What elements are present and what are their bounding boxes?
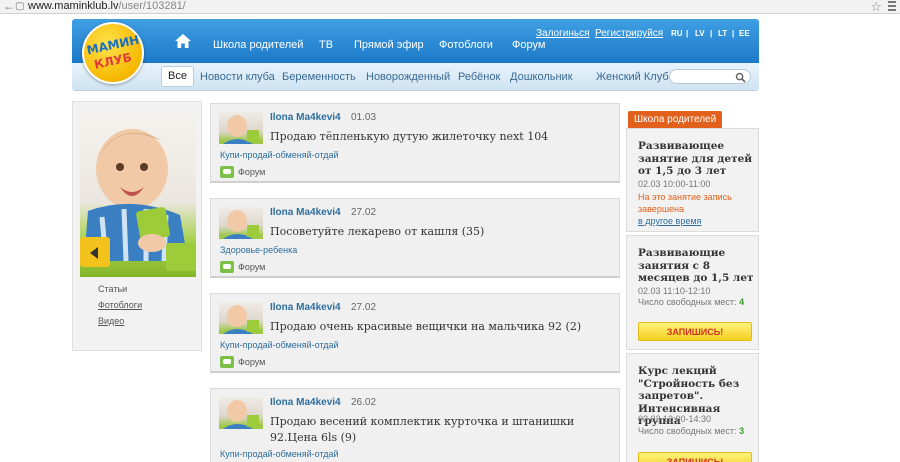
tab-child[interactable]: Ребёнок — [458, 68, 500, 87]
profile-photo — [80, 111, 196, 277]
search-input[interactable] — [676, 71, 734, 82]
post-title[interactable]: Продаю тёпленькую дутую жилеточку next 1… — [270, 129, 610, 145]
forum-chat-icon — [220, 166, 234, 178]
profile-link-photoblogs[interactable]: Фотоблоги — [98, 300, 142, 310]
author-avatar[interactable] — [219, 302, 263, 334]
post-date: 27.02 — [351, 302, 377, 313]
feed-item: Ilona Ma4kevi4 27.02 Продаю очень красив… — [210, 293, 620, 373]
post-author[interactable]: Ilona Ma4kevi4 — [270, 207, 341, 218]
event-card: Развивающее занятие для детей от 1,5 до … — [626, 128, 759, 232]
nav-live[interactable]: Прямой эфир — [354, 39, 424, 51]
post-source-label: Форум — [238, 167, 266, 177]
post-title[interactable]: Посоветуйте лекарево от кашля (35) — [270, 224, 610, 240]
free-seats-count: 3 — [739, 426, 745, 436]
lang-lv[interactable]: LV — [695, 29, 705, 38]
event-free-seats: Число свободных мест: 4 — [638, 297, 745, 307]
baby-photo-illustration — [80, 129, 196, 271]
signup-button[interactable]: ЗАПИШИСЬ! — [638, 452, 752, 462]
login-link[interactable]: Залогинься — [536, 28, 590, 39]
author-avatar[interactable] — [219, 207, 263, 239]
feed-item: Ilona Ma4kevi4 26.02 Продаю весений комп… — [210, 388, 620, 462]
profile-link-articles[interactable]: Статьи — [98, 284, 127, 294]
lang-ru[interactable]: RU — [671, 29, 683, 38]
free-seats-count: 4 — [739, 297, 745, 307]
bookmark-star-icon[interactable]: ☆ — [870, 0, 882, 15]
event-free-seats: Число свободных мест: 3 — [638, 426, 745, 436]
back-arrow-icon[interactable]: ← — [3, 0, 15, 13]
event-time: 02.03 10:00-11:00 — [638, 179, 711, 189]
browser-address-bar: ← ▢ www.maminklub.lv/user/103281/ ☆ — [0, 0, 900, 14]
lang-separator: | — [710, 29, 713, 38]
post-author[interactable]: Ilona Ma4kevi4 — [270, 302, 341, 313]
nav-forum[interactable]: Форум — [512, 39, 545, 51]
post-title[interactable]: Продаю весений комплектик курточка и шта… — [270, 414, 610, 446]
nav-tv[interactable]: ТВ — [319, 39, 333, 51]
site-header: МАМИН КЛУБ Школа родителей ТВ Прямой эфи… — [72, 19, 759, 91]
search-box — [669, 69, 751, 84]
feed-item: Ilona Ma4kevi4 01.03 Продаю тёпленькую д… — [210, 103, 620, 183]
tab-all[interactable]: Все — [161, 66, 194, 87]
search-icon[interactable] — [735, 72, 746, 83]
browser-menu-icon[interactable] — [888, 1, 896, 11]
signup-button[interactable]: ЗАПИШИСЬ! — [638, 322, 752, 341]
tab-womens-club[interactable]: Женский Клуб — [596, 68, 669, 87]
event-card: Развивающие занятия с 8 месяцев до 1,5 л… — [626, 235, 759, 350]
post-category[interactable]: Здоровье-ребенка — [220, 245, 297, 255]
forum-chat-icon — [220, 356, 234, 368]
event-card: Курс лекций "Стройность без запретов". И… — [626, 353, 759, 462]
lang-ee[interactable]: EE — [739, 29, 750, 38]
post-author[interactable]: Ilona Ma4kevi4 — [270, 112, 341, 123]
site-logo[interactable]: МАМИН КЛУБ — [82, 22, 144, 84]
url-field[interactable]: www.maminklub.lv/user/103281/ — [28, 0, 186, 13]
tab-pregnancy[interactable]: Беременность — [282, 68, 356, 87]
post-title[interactable]: Продаю очень красивые вещички на мальчик… — [270, 319, 610, 335]
event-time: 02.03 11:10-12:10 — [638, 286, 711, 296]
nav-photoblogs[interactable]: Фотоблоги — [439, 39, 493, 51]
register-link[interactable]: Регистрируйся — [595, 28, 663, 39]
post-source-label: Форум — [238, 357, 266, 367]
event-title[interactable]: Развивающие занятия с 8 месяцев до 1,5 л… — [638, 247, 756, 285]
profile-link-video[interactable]: Видео — [98, 316, 124, 326]
post-date: 27.02 — [351, 207, 377, 218]
other-time-link[interactable]: в другое время — [638, 216, 701, 226]
profile-panel: Статьи Фотоблоги Видео — [72, 101, 202, 351]
forum-chat-icon — [220, 261, 234, 273]
post-category[interactable]: Купи-продай-обменяй-отдай — [220, 449, 339, 459]
event-closed-note: На это занятие запись завершена — [638, 192, 732, 214]
lang-separator: | — [732, 29, 735, 38]
tab-newborn[interactable]: Новорожденный — [366, 68, 450, 87]
lang-lt[interactable]: LT — [718, 29, 727, 38]
post-date: 26.02 — [351, 397, 377, 408]
post-author[interactable]: Ilona Ma4kevi4 — [270, 397, 341, 408]
nav-parents-school[interactable]: Школа родителей — [213, 39, 303, 51]
post-date: 01.03 — [351, 112, 377, 123]
event-time: 02.03 12:00-14:30 — [638, 414, 712, 424]
author-avatar[interactable] — [219, 112, 263, 144]
page-icon: ▢ — [15, 1, 25, 12]
post-category[interactable]: Купи-продай-обменяй-отдай — [220, 340, 339, 350]
lang-separator: | — [686, 29, 689, 38]
tab-preschooler[interactable]: Дошкольник — [510, 68, 573, 87]
post-category[interactable]: Купи-продай-обменяй-отдай — [220, 150, 339, 160]
post-source-label: Форум — [238, 262, 266, 272]
author-avatar[interactable] — [219, 397, 263, 429]
feed-item: Ilona Ma4kevi4 27.02 Посоветуйте лекарев… — [210, 198, 620, 278]
home-icon[interactable] — [174, 33, 192, 49]
event-title[interactable]: Развивающее занятие для детей от 1,5 до … — [638, 140, 756, 178]
sidebar-section-tab[interactable]: Школа родителей — [628, 111, 723, 128]
tab-club-news[interactable]: Новости клуба — [200, 68, 275, 87]
